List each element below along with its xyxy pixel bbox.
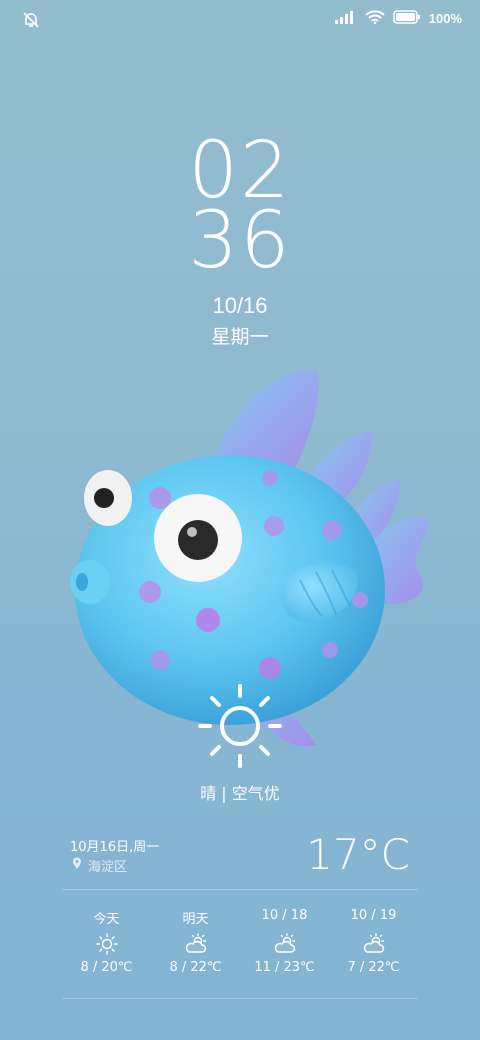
forecast-temp-range: 8 / 22℃ — [169, 960, 222, 975]
partly-cloudy-icon — [151, 928, 240, 960]
date-numeric: 10/16 — [212, 293, 268, 318]
forecast-temp-range: 8 / 20℃ — [80, 960, 133, 975]
weather-condition[interactable]: 晴 | 空气优 — [0, 780, 480, 804]
forecast-temp-range: 7 / 22℃ — [347, 960, 400, 975]
divider — [62, 998, 418, 999]
sun-icon[interactable] — [196, 682, 284, 775]
forecast-day-1[interactable]: 今天 8 / 20℃ — [62, 908, 151, 975]
bell-off-icon — [22, 11, 40, 34]
forecast-day-label: 明天 — [182, 912, 209, 927]
wifi-icon — [365, 10, 385, 27]
forecast-day-label: 10 / 18 — [261, 908, 308, 923]
forecast-temp-range: 11 / 23℃ — [254, 960, 315, 975]
divider — [62, 889, 418, 890]
forecast-row[interactable]: 今天 8 / 20℃ 明天 8 / 22℃ 10 / 18 11 / 23℃ 1… — [62, 908, 418, 975]
forecast-day-4[interactable]: 10 / 19 7 / 22℃ — [329, 908, 418, 975]
forecast-day-label: 今天 — [93, 912, 120, 927]
current-temperature: 17°C — [306, 830, 410, 879]
partly-cloudy-icon — [240, 928, 329, 960]
battery-percent: 100% — [428, 11, 462, 26]
date-weekday: 星期一 — [211, 326, 269, 348]
forecast-day-3[interactable]: 10 / 18 11 / 23℃ — [240, 908, 329, 975]
location-pin-icon — [72, 857, 82, 874]
forecast-day-label: 10 / 19 — [350, 908, 397, 923]
status-bar: 100% — [0, 0, 480, 40]
partly-cloudy-icon — [329, 928, 418, 960]
location-label: 海淀区 — [88, 860, 128, 875]
battery-icon — [393, 10, 421, 27]
sun-icon — [62, 928, 151, 960]
signal-icon — [334, 10, 357, 27]
location-row[interactable]: 海淀区 — [72, 856, 127, 875]
clock-minutes[interactable]: 36 — [0, 196, 480, 286]
weather-full-date: 10月16日,周一 — [70, 840, 160, 855]
forecast-day-2[interactable]: 明天 8 / 22℃ — [151, 908, 240, 975]
